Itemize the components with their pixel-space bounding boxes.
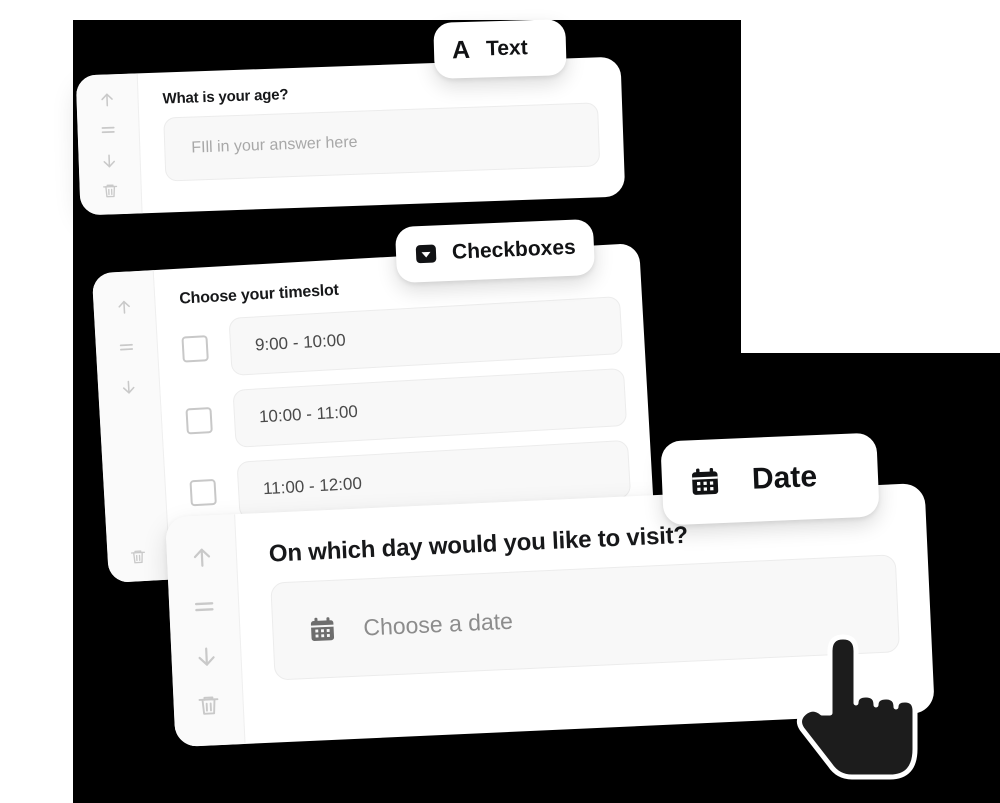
duplicate-icon[interactable] — [187, 592, 220, 621]
text-answer-input[interactable]: FIll in your answer here — [163, 102, 601, 182]
badge-checkboxes-label: Checkboxes — [451, 235, 577, 264]
move-down-icon[interactable] — [115, 373, 142, 400]
duplicate-icon[interactable] — [95, 121, 122, 140]
checkbox-dropdown-icon — [414, 241, 439, 266]
delete-icon[interactable] — [97, 181, 124, 200]
checkbox-icon[interactable] — [189, 478, 217, 507]
card-rail-date — [165, 514, 246, 748]
checkbox-option-list: 9:00 - 10:00 10:00 - 11:00 11:00 - 12:00 — [181, 296, 632, 522]
duplicate-icon[interactable] — [113, 333, 140, 360]
card-body-date: On which day would you like to visit? Ch… — [235, 483, 935, 744]
date-placeholder: Choose a date — [362, 607, 514, 640]
checkbox-icon[interactable] — [181, 335, 209, 363]
calendar-icon — [687, 464, 722, 499]
stage: What is your age? FIll in your answer he… — [0, 0, 1000, 803]
option-label[interactable]: 9:00 - 10:00 — [228, 296, 624, 376]
date-picker-input[interactable]: Choose a date — [270, 554, 901, 681]
rail-spacer — [130, 414, 137, 544]
badge-text-label: Text — [485, 36, 528, 61]
badge-date[interactable]: Date — [660, 432, 880, 526]
question-card-text[interactable]: What is your age? FIll in your answer he… — [75, 56, 626, 216]
delete-icon[interactable] — [124, 543, 151, 570]
card-rail-text — [75, 73, 143, 216]
calendar-icon — [307, 614, 338, 645]
card-body-text: What is your age? FIll in your answer he… — [138, 57, 626, 214]
move-up-icon[interactable] — [185, 543, 218, 572]
list-item[interactable]: 10:00 - 11:00 — [185, 367, 628, 450]
question-card-date[interactable]: On which day would you like to visit? Ch… — [165, 482, 935, 748]
checkbox-icon[interactable] — [185, 407, 213, 435]
option-label[interactable]: 10:00 - 11:00 — [232, 367, 628, 448]
badge-checkboxes[interactable]: Checkboxes — [394, 218, 596, 284]
list-item[interactable]: 9:00 - 10:00 — [181, 296, 624, 378]
badge-text[interactable]: A Text — [433, 19, 567, 79]
letter-a-icon: A — [451, 35, 471, 64]
badge-date-label: Date — [751, 460, 818, 496]
delete-icon[interactable] — [192, 691, 225, 720]
move-up-icon[interactable] — [94, 90, 121, 109]
move-up-icon[interactable] — [110, 293, 137, 320]
question-title: What is your age? — [162, 86, 289, 108]
move-down-icon[interactable] — [96, 151, 123, 170]
move-down-icon[interactable] — [189, 642, 222, 671]
